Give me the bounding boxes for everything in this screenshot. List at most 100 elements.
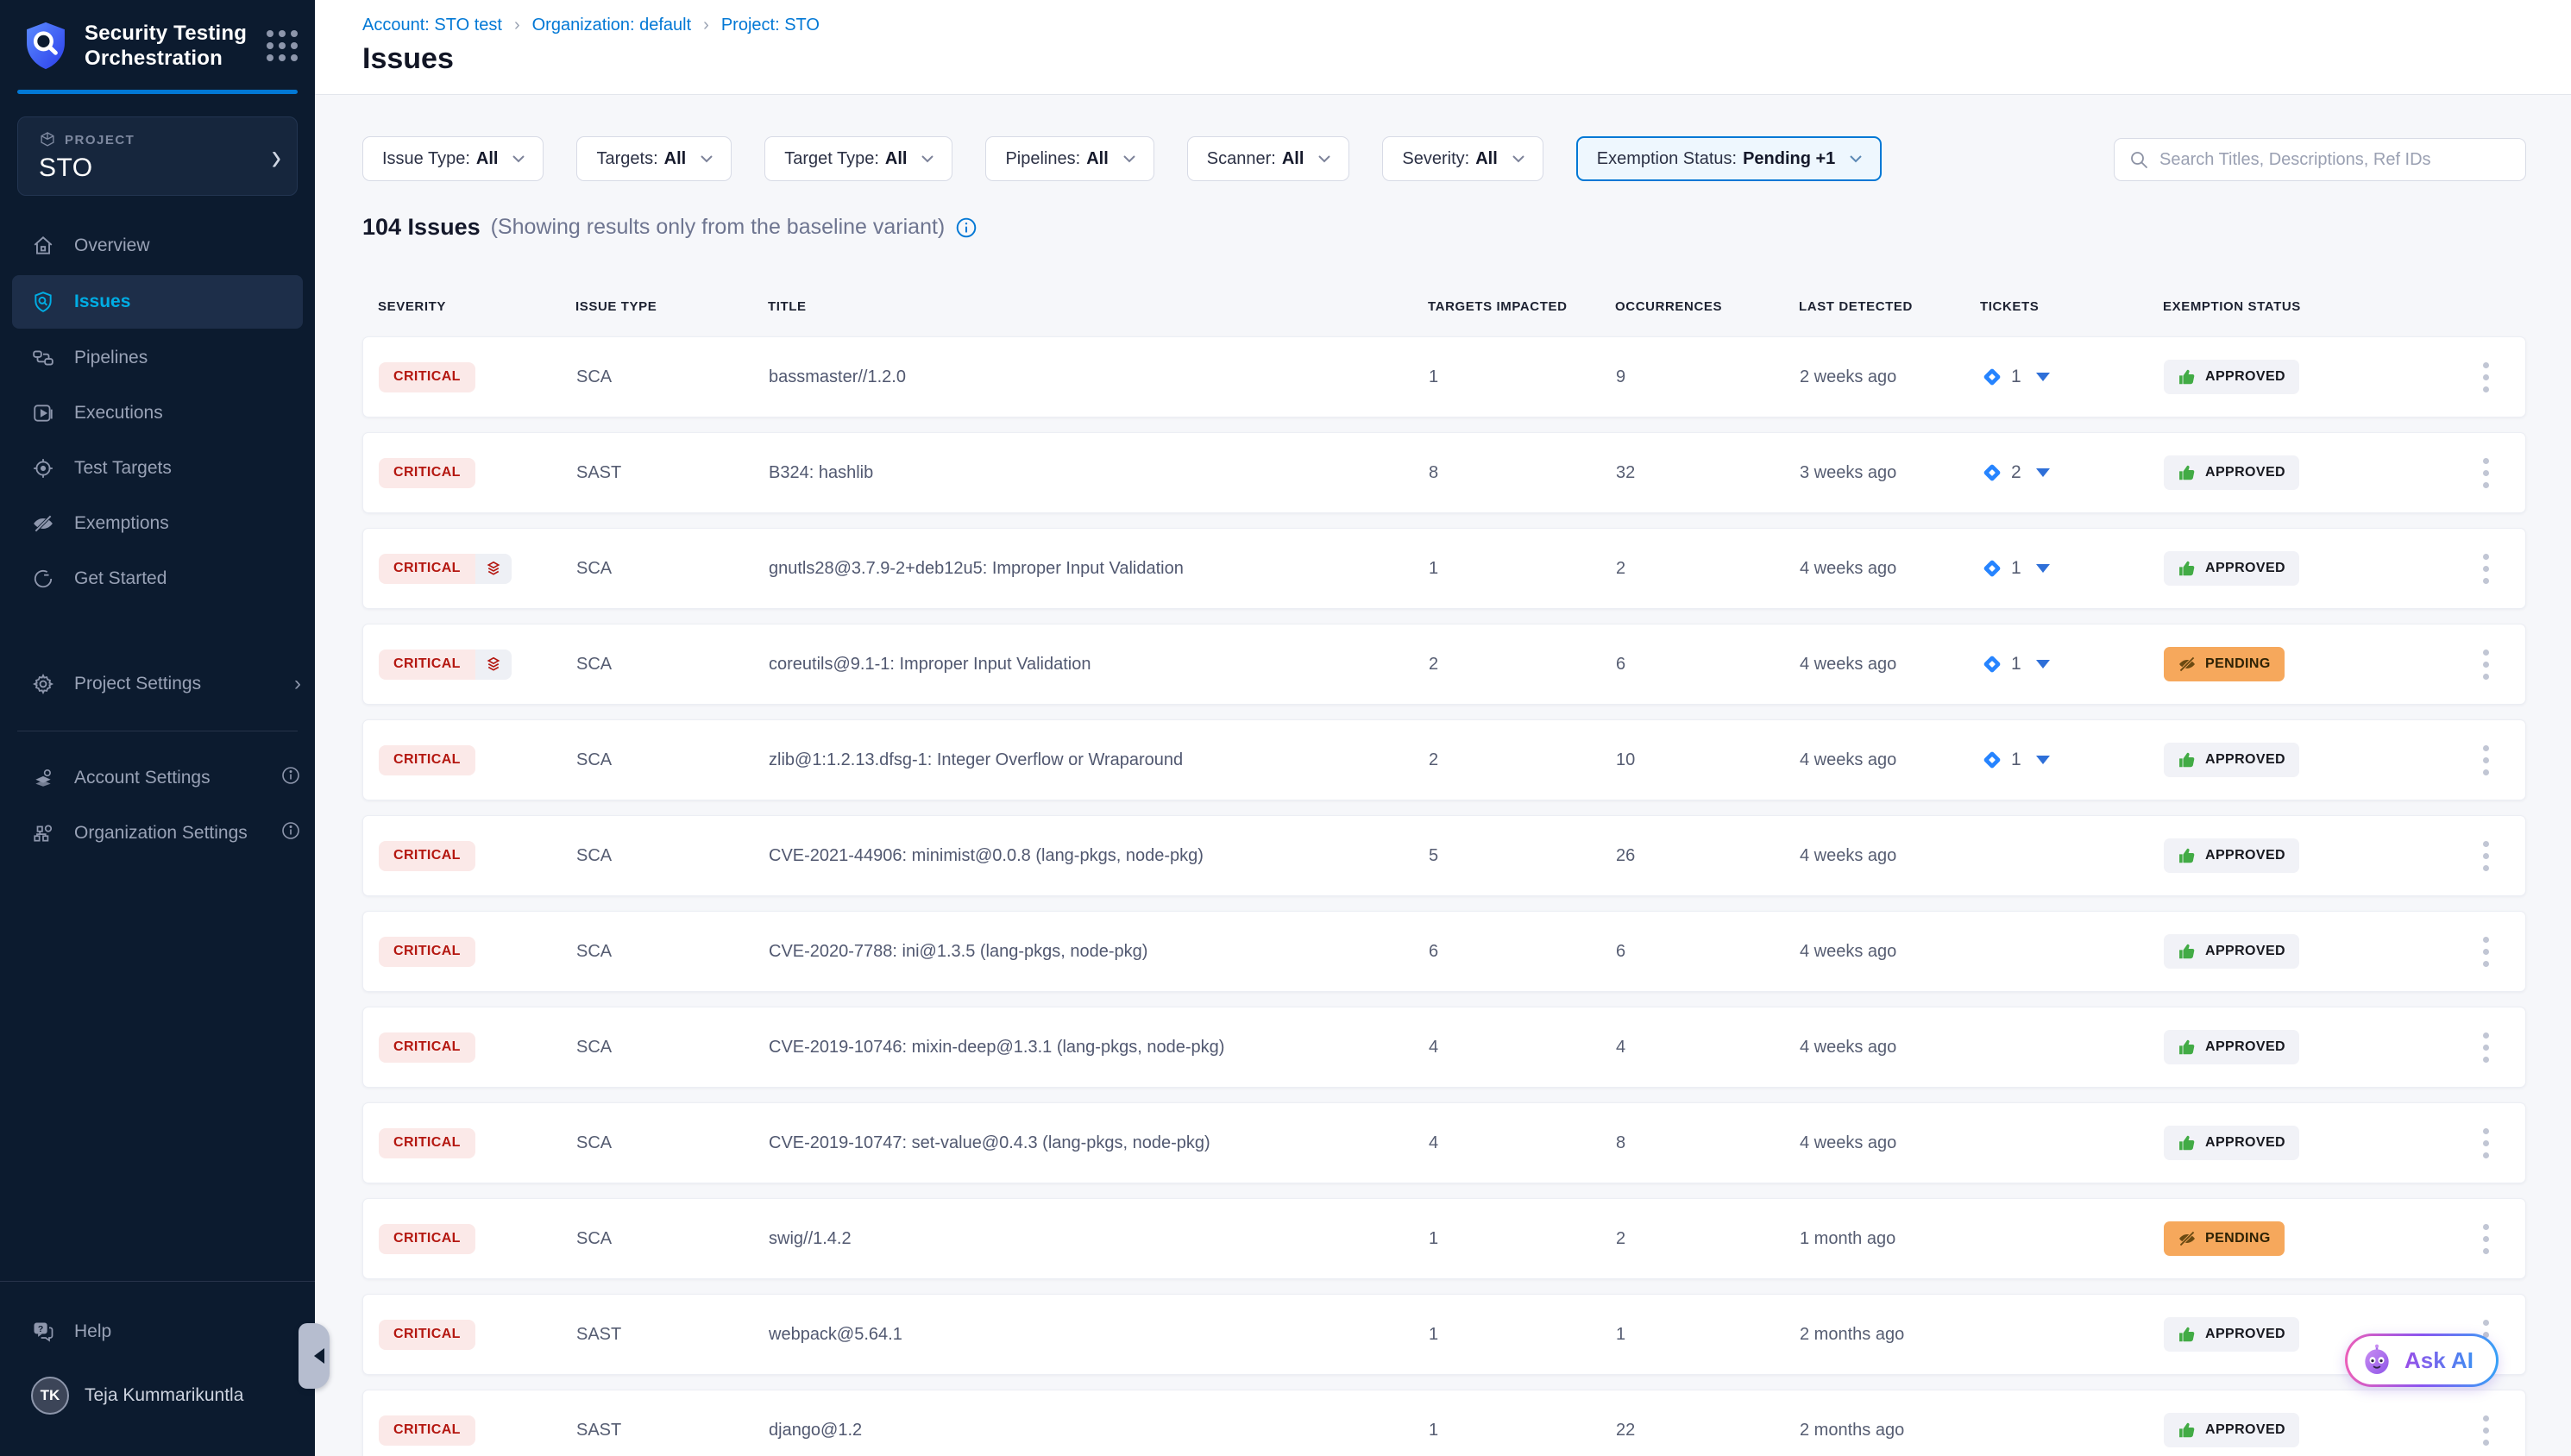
issue-title: django@1.2 [769,1421,1429,1440]
severity-badge: CRITICAL [379,1415,475,1446]
chevron-right-icon: › [703,16,709,35]
info-icon[interactable] [955,217,977,239]
jira-ticket-icon [1981,461,2003,484]
filter-scanner[interactable]: Scanner:All [1187,136,1350,181]
ticket-link[interactable]: 1 [1981,366,2050,388]
sidebar-item-organization-settings[interactable]: Organization Settings [0,806,315,861]
sto-shield-logo-icon [19,19,72,72]
issue-title: CVE-2021-44906: minimist@0.0.8 (lang-pkg… [769,846,1429,866]
filter-severity[interactable]: Severity:All [1382,136,1543,181]
row-menu-button[interactable] [2474,1215,2498,1262]
sidebar-nav: Overview Issues Pipelines Executions [0,218,315,861]
thumbs-up-icon [2178,1421,2197,1440]
sidebar-item-issues[interactable]: Issues [12,275,303,329]
sidebar-item-test-targets[interactable]: Test Targets [0,441,315,496]
sidebar-item-exemptions[interactable]: Exemptions [0,496,315,551]
eye-slash-icon [2178,655,2197,674]
table-row[interactable]: CRITICAL SCA bassmaster//1.2.0 1 9 2 wee… [362,336,2526,417]
row-menu-button[interactable] [2474,1120,2498,1166]
table-row[interactable]: CRITICAL SAST webpack@5.64.1 1 1 2 month… [362,1294,2526,1375]
row-menu-button[interactable] [2474,737,2498,783]
last-detected: 3 weeks ago [1800,463,1981,483]
severity-badge: CRITICAL [379,554,475,584]
gear-icon [31,672,55,696]
ticket-link[interactable]: 1 [1981,653,2050,675]
table-row[interactable]: CRITICAL SCA CVE-2021-44906: minimist@0.… [362,815,2526,896]
row-menu-button[interactable] [2474,1407,2498,1453]
row-menu-button[interactable] [2474,354,2498,400]
thumbs-up-icon [2178,367,2197,386]
last-detected: 4 weeks ago [1800,846,1981,866]
occurrences: 4 [1616,1038,1800,1057]
breadcrumb-account-link[interactable]: Account: STO test [362,16,502,35]
sidebar-header: Security Testing Orchestration [0,0,315,88]
table-row[interactable]: CRITICAL SCA CVE-2019-10746: mixin-deep@… [362,1007,2526,1088]
sidebar-item-pipelines[interactable]: Pipelines [0,330,315,386]
ticket-expand-caret[interactable] [2036,373,2050,381]
ticket-link[interactable]: 1 [1981,749,2050,771]
chevron-down-icon [1849,154,1863,163]
last-detected: 4 weeks ago [1800,1038,1981,1057]
app-title: Security Testing Orchestration [85,21,267,72]
row-menu-button[interactable] [2474,928,2498,975]
issue-type: SCA [576,750,769,770]
sidebar-item-executions[interactable]: Executions [0,386,315,441]
breadcrumb: Account: STO test › Organization: defaul… [362,16,2571,35]
user-name: Teja Kummarikuntla [85,1385,243,1406]
table-row[interactable]: CRITICAL SAST B324: hashlib 8 32 3 weeks… [362,432,2526,513]
issue-type: SCA [576,367,769,387]
row-menu-button[interactable] [2474,545,2498,592]
table-row[interactable]: CRITICAL SCA zlib@1:1.2.13.dfsg-1: Integ… [362,719,2526,800]
filter-pipelines[interactable]: Pipelines:All [985,136,1153,181]
user-menu[interactable]: TK Teja Kummarikuntla [0,1359,315,1432]
exemption-status-badge: APPROVED [2164,934,2299,969]
ticket-expand-caret[interactable] [2036,660,2050,668]
row-menu-button[interactable] [2474,641,2498,687]
filter-exemption-status[interactable]: Exemption Status:Pending +1 [1576,136,1883,181]
project-selector[interactable]: PROJECT STO › [17,116,298,196]
table-row[interactable]: CRITICAL SCA CVE-2019-10747: set-value@0… [362,1102,2526,1183]
breadcrumb-org-link[interactable]: Organization: default [532,16,692,35]
breadcrumb-project-link[interactable]: Project: STO [721,16,820,35]
sidebar-item-overview[interactable]: Overview [0,218,315,273]
issue-type: SCA [576,1038,769,1057]
search-input[interactable] [2159,150,2511,170]
sidebar-item-account-settings[interactable]: Account Settings [0,750,315,806]
sidebar-item-get-started[interactable]: Get Started [0,551,315,606]
issue-type: SCA [576,655,769,675]
row-menu-button[interactable] [2474,832,2498,879]
issue-title: zlib@1:1.2.13.dfsg-1: Integer Overflow o… [769,750,1429,770]
table-row[interactable]: CRITICAL SCA CVE-2020-7788: ini@1.3.5 (l… [362,911,2526,992]
chevron-right-icon: › [514,16,520,35]
app-grid-icon[interactable] [267,30,298,61]
targets-impacted: 4 [1429,1133,1616,1153]
issue-type: SCA [576,942,769,962]
ticket-expand-caret[interactable] [2036,756,2050,764]
exemption-status-badge: APPROVED [2164,1126,2299,1160]
table-row[interactable]: CRITICAL SCA swig//1.4.2 1 2 1 month ago… [362,1198,2526,1279]
row-menu-button[interactable] [2474,449,2498,496]
ticket-expand-caret[interactable] [2036,468,2050,477]
help-button[interactable]: ? Help [0,1304,315,1359]
severity-badge: CRITICAL [379,650,475,680]
col-targets-impacted: Targets Impacted [1428,299,1615,314]
table-row[interactable]: CRITICAL SAST django@1.2 1 22 2 months a… [362,1390,2526,1456]
table-row[interactable]: CRITICAL SCA coreutils@9.1-1: Improper I… [362,624,2526,705]
issue-title: B324: hashlib [769,463,1429,483]
row-menu-button[interactable] [2474,1024,2498,1070]
thumbs-up-icon [2178,750,2197,769]
eye-slash-icon [2178,1229,2197,1248]
occurrences: 6 [1616,942,1800,962]
jira-ticket-icon [1981,366,2003,388]
issue-title: webpack@5.64.1 [769,1325,1429,1345]
ticket-expand-caret[interactable] [2036,564,2050,573]
filter-target-type[interactable]: Target Type:All [764,136,952,181]
sidebar-collapse-handle[interactable] [299,1323,330,1389]
ticket-link[interactable]: 2 [1981,461,2050,484]
filter-issue-type[interactable]: Issue Type:All [362,136,544,181]
ticket-link[interactable]: 1 [1981,557,2050,580]
table-row[interactable]: CRITICAL SCA gnutls28@3.7.9-2+deb12u5: I… [362,528,2526,609]
ask-ai-button[interactable]: Ask AI [2345,1334,2499,1387]
sidebar-item-project-settings[interactable]: Project Settings › [0,656,315,712]
filter-targets[interactable]: Targets:All [576,136,732,181]
